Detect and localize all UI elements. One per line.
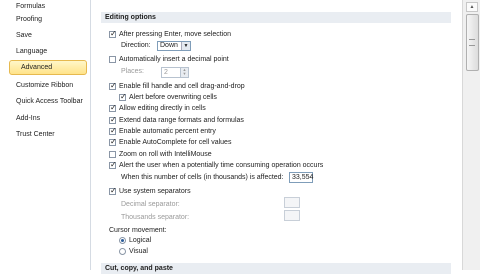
sidebar-item-customize-ribbon[interactable]: Customize Ribbon (2, 78, 86, 93)
sidebar-item-advanced[interactable]: Advanced (9, 60, 87, 75)
scroll-up-icon[interactable]: ▲ (466, 2, 478, 12)
system-separators-checkbox[interactable] (109, 186, 117, 196)
logical-radio[interactable] (119, 237, 126, 244)
direction-select[interactable]: Down ▼ (157, 41, 191, 51)
cells-affected-input[interactable]: 33,554 (289, 172, 313, 183)
autocomplete-checkbox[interactable] (109, 137, 117, 147)
places-value: 2 (164, 69, 168, 76)
decimal-separator-row: Decimal separator: (121, 200, 180, 210)
after-enter-label: After pressing Enter, move selection (119, 31, 232, 38)
decimal-separator-label: Decimal separator: (121, 201, 180, 208)
cells-affected-label: When this number of cells (in thousands)… (121, 174, 284, 181)
extend-formats-label: Extend data range formats and formulas (119, 117, 244, 124)
fill-handle-checkbox[interactable] (109, 81, 117, 91)
after-enter-checkbox[interactable] (109, 29, 117, 39)
visual-label: Visual (129, 248, 148, 255)
places-label: Places: (121, 68, 144, 75)
allow-edit-checkbox[interactable] (109, 103, 117, 113)
thousands-separator-row: Thousands separator: (121, 213, 189, 223)
sidebar-item-save[interactable]: Save (2, 28, 86, 43)
editing-options-heading: Editing options (101, 12, 451, 23)
cut-copy-paste-heading: Cut, copy, and paste (101, 263, 451, 274)
cursor-movement-label: Cursor movement: (109, 227, 167, 234)
cells-affected-row: When this number of cells (in thousands)… (121, 172, 313, 183)
auto-decimal-label: Automatically insert a decimal point (119, 56, 229, 63)
sidebar: Formulas Proofing Save Language Advanced… (0, 0, 91, 270)
autocomplete-label: Enable AutoComplete for cell values (119, 139, 232, 146)
percent-entry-checkbox[interactable] (109, 126, 117, 136)
direction-label: Direction: (121, 42, 151, 49)
places-spinner[interactable]: 2 ▲ ▼ (161, 67, 189, 78)
sidebar-item-quick-access-toolbar[interactable]: Quick Access Toolbar (2, 94, 86, 109)
thousands-separator-input[interactable] (284, 210, 300, 221)
chevron-down-icon: ▼ (181, 42, 190, 50)
places-row: Places: 2 ▲ ▼ (121, 67, 189, 78)
direction-value: Down (160, 42, 178, 49)
grip-icon (469, 39, 475, 46)
options-panel: Editing options After pressing Enter, mo… (91, 0, 462, 274)
zoom-roll-label: Zoom on roll with IntelliMouse (119, 151, 212, 158)
sidebar-item-add-ins[interactable]: Add-Ins (2, 111, 86, 126)
alert-time-label: Alert the user when a potentially time c… (119, 162, 324, 169)
decimal-separator-input[interactable] (284, 197, 300, 208)
sidebar-item-proofing[interactable]: Proofing (2, 12, 86, 27)
direction-row: Direction: Down ▼ (121, 41, 191, 51)
logical-label: Logical (129, 237, 152, 244)
alert-time-checkbox[interactable] (109, 160, 117, 170)
extend-formats-checkbox[interactable] (109, 115, 117, 125)
zoom-roll-checkbox[interactable] (109, 151, 116, 158)
spin-arrows-icon[interactable]: ▲ ▼ (180, 68, 188, 77)
system-separators-label: Use system separators (119, 188, 191, 195)
allow-edit-label: Allow editing directly in cells (119, 105, 206, 112)
alert-overwrite-label: Alert before overwriting cells (129, 94, 217, 101)
percent-entry-label: Enable automatic percent entry (119, 128, 216, 135)
sidebar-item-trust-center[interactable]: Trust Center (2, 127, 86, 142)
alert-overwrite-checkbox[interactable] (119, 92, 127, 102)
visual-radio[interactable] (119, 248, 126, 255)
vertical-scrollbar[interactable]: ▲ (462, 0, 480, 270)
fill-handle-label: Enable fill handle and cell drag-and-dro… (119, 83, 245, 90)
scrollbar-thumb[interactable] (466, 14, 479, 71)
thousands-separator-label: Thousands separator: (121, 214, 190, 221)
sidebar-item-language[interactable]: Language (2, 44, 86, 59)
auto-decimal-checkbox[interactable] (109, 56, 116, 63)
